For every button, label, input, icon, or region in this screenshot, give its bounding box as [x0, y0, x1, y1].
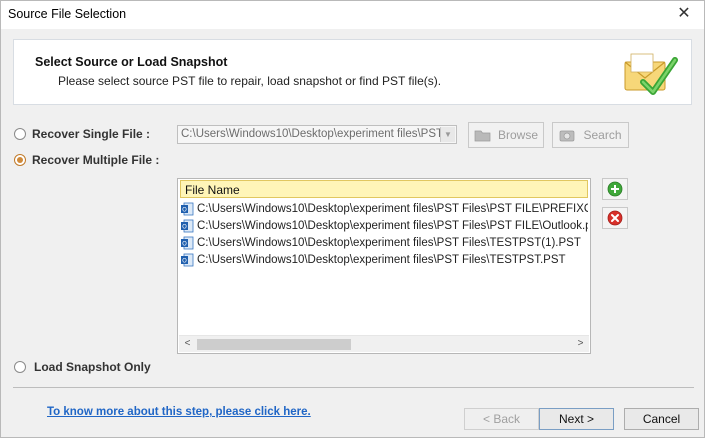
envelope-check-icon	[624, 53, 678, 95]
header-subtitle: Please select source PST file to repair,…	[58, 74, 442, 88]
add-icon	[607, 181, 623, 197]
back-button[interactable]: < Back	[464, 408, 539, 430]
close-icon[interactable]: ✕	[672, 3, 696, 25]
svg-text:O: O	[182, 257, 187, 264]
remove-icon	[607, 210, 623, 226]
folder-icon	[474, 130, 491, 142]
radio-recover-multiple[interactable]: Recover Multiple File :	[14, 153, 159, 167]
search-camera-icon	[560, 130, 575, 142]
add-file-button[interactable]	[602, 178, 628, 200]
browse-button[interactable]: Browse	[468, 122, 544, 148]
search-button[interactable]: Search	[552, 122, 629, 148]
outlook-pst-icon: O	[181, 236, 194, 249]
radio-multiple-circle[interactable]	[14, 154, 26, 166]
file-list[interactable]: File Name O C:\Users\Windows10\Desktop\e…	[177, 178, 591, 354]
radio-recover-single[interactable]: Recover Single File :	[14, 127, 150, 141]
radio-multiple-label: Recover Multiple File :	[32, 153, 160, 167]
horizontal-scrollbar[interactable]: < >	[179, 335, 589, 352]
svg-text:O: O	[182, 240, 187, 247]
file-list-rows: O C:\Users\Windows10\Desktop\experiment …	[180, 200, 588, 268]
list-item[interactable]: O C:\Users\Windows10\Desktop\experiment …	[180, 234, 588, 251]
radio-single-circle[interactable]	[14, 128, 26, 140]
remove-file-button[interactable]	[602, 207, 628, 229]
radio-snapshot-circle[interactable]	[14, 361, 26, 373]
window-title: Source File Selection	[8, 7, 127, 21]
scroll-left-icon[interactable]: <	[179, 336, 196, 352]
single-file-path-combo[interactable]: C:\Users\Windows10\Desktop\experiment fi…	[177, 125, 457, 144]
outlook-pst-icon: O	[181, 202, 194, 215]
footer-divider	[13, 387, 694, 388]
combo-dropdown-icon[interactable]: ▼	[440, 127, 455, 142]
file-path: C:\Users\Windows10\Desktop\experiment fi…	[197, 202, 588, 215]
outlook-pst-icon: O	[181, 253, 194, 266]
scroll-right-icon[interactable]: >	[572, 336, 589, 352]
cancel-button[interactable]: Cancel	[624, 408, 699, 430]
radio-single-label: Recover Single File :	[32, 127, 151, 141]
browse-label: Browse	[497, 128, 538, 142]
file-path: C:\Users\Windows10\Desktop\experiment fi…	[197, 219, 588, 232]
file-list-header[interactable]: File Name	[180, 180, 588, 198]
radio-snapshot-label: Load Snapshot Only	[34, 360, 151, 374]
svg-text:O: O	[182, 223, 187, 230]
list-item[interactable]: O C:\Users\Windows10\Desktop\experiment …	[180, 217, 588, 234]
single-file-path-value: C:\Users\Windows10\Desktop\experiment fi…	[181, 128, 454, 140]
scroll-thumb[interactable]	[197, 339, 351, 350]
title-bar: Source File Selection ✕	[1, 1, 704, 29]
search-label: Search	[583, 128, 622, 142]
list-item[interactable]: O C:\Users\Windows10\Desktop\experiment …	[180, 200, 588, 217]
dialog-window: Source File Selection ✕ Select Source or…	[0, 0, 705, 438]
header-panel: Select Source or Load Snapshot Please se…	[13, 39, 692, 105]
radio-load-snapshot[interactable]: Load Snapshot Only	[14, 360, 151, 374]
outlook-pst-icon: O	[181, 219, 194, 232]
list-item[interactable]: O C:\Users\Windows10\Desktop\experiment …	[180, 251, 588, 268]
header-title: Select Source or Load Snapshot	[35, 55, 228, 69]
file-path: C:\Users\Windows10\Desktop\experiment fi…	[197, 253, 566, 266]
help-link[interactable]: To know more about this step, please cli…	[47, 406, 311, 418]
file-path: C:\Users\Windows10\Desktop\experiment fi…	[197, 236, 581, 249]
next-button[interactable]: Next >	[539, 408, 614, 430]
svg-text:O: O	[182, 206, 187, 213]
